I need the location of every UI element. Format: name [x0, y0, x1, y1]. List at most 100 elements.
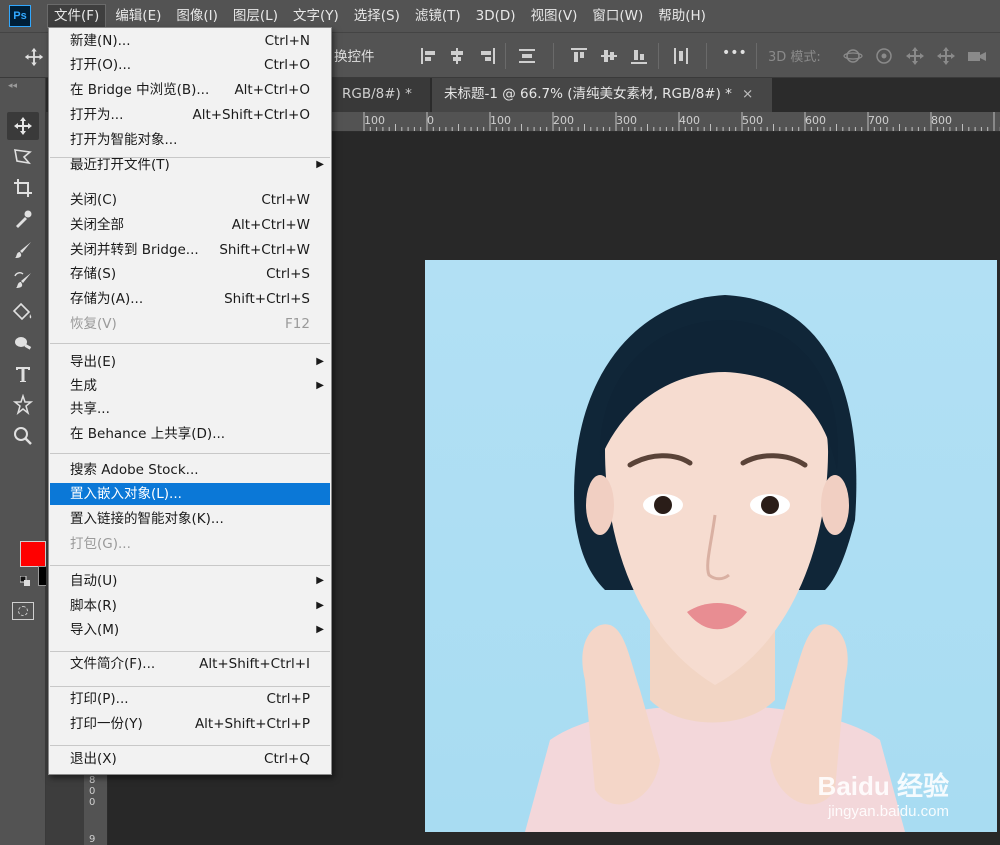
tab-previous-document[interactable]: RGB/8#) * [330, 78, 430, 112]
dodge-icon [15, 337, 32, 350]
menu-item-label: 导入(M) [70, 622, 120, 638]
menu-item-scripts[interactable]: 脚本(R) ▶ [50, 595, 330, 617]
menu-image[interactable]: 图像(I) [170, 4, 224, 28]
crop-icon [14, 179, 32, 197]
menu-separator [50, 651, 330, 652]
type-tool-button[interactable] [7, 360, 39, 388]
path-selection-tool-button[interactable] [7, 391, 39, 419]
ruler-label: 0 [89, 786, 96, 797]
menu-item-generate[interactable]: 生成 ▶ [50, 375, 330, 397]
watermark-title: Baidu 经验 [817, 771, 949, 801]
move-tool-icon[interactable] [22, 46, 46, 68]
menu-item-share[interactable]: 共享... [50, 398, 330, 420]
menu-item-shortcut: Shift+Ctrl+S [224, 291, 310, 307]
3d-orbit-icon[interactable] [842, 45, 864, 67]
align-vertical-center-icon[interactable] [598, 45, 620, 67]
eyedropper-tool-button[interactable] [7, 205, 39, 233]
menu-item-browse-in-bridge[interactable]: 在 Bridge 中浏览(B)... Alt+Ctrl+O [50, 79, 330, 101]
distribute-horizontal-icon[interactable] [670, 45, 692, 67]
menu-item-save-as[interactable]: 存储为(A)... Shift+Ctrl+S [50, 288, 330, 310]
distribute-vertical-icon[interactable] [516, 45, 538, 67]
menu-item-print-one-copy[interactable]: 打印一份(Y) Alt+Shift+Ctrl+P [50, 713, 330, 735]
menu-item-open-as[interactable]: 打开为... Alt+Shift+Ctrl+O [50, 104, 330, 126]
menu-item-place-embedded[interactable]: 置入嵌入对象(L)... [50, 483, 330, 505]
menu-item-import[interactable]: 导入(M) ▶ [50, 619, 330, 641]
align-horizontal-center-icon[interactable] [446, 45, 468, 67]
menu-type[interactable]: 文字(Y) [287, 4, 345, 28]
menu-select[interactable]: 选择(S) [348, 4, 406, 28]
portrait-photo [525, 295, 905, 832]
menu-item-shortcut: Alt+Ctrl+O [234, 82, 310, 98]
menu-item-exit[interactable]: 退出(X) Ctrl+Q [50, 748, 330, 770]
menu-item-save[interactable]: 存储(S) Ctrl+S [50, 263, 330, 285]
menu-file[interactable]: 文件(F) [47, 4, 107, 28]
align-top-icon[interactable] [568, 45, 590, 67]
menu-item-label: 存储为(A)... [70, 291, 144, 307]
align-left-icon[interactable] [418, 45, 440, 67]
menu-separator [50, 453, 330, 454]
move-tool-button[interactable] [7, 112, 39, 140]
watermark-url: jingyan.baidu.com [828, 803, 949, 820]
brush-tool-button[interactable] [7, 236, 39, 264]
menu-item-search-adobe-stock[interactable]: 搜索 Adobe Stock... [50, 459, 330, 481]
menu-separator [50, 157, 330, 158]
lasso-tool-button[interactable] [7, 143, 39, 171]
zoom-tool-button[interactable] [7, 422, 39, 450]
menu-view[interactable]: 视图(V) [525, 4, 584, 28]
panel-grip-icon[interactable]: ◂◂ [8, 81, 17, 91]
menu-item-open[interactable]: 打开(O)... Ctrl+O [50, 54, 330, 76]
menu-filter[interactable]: 滤镜(T) [409, 4, 467, 28]
more-options-icon[interactable]: ••• [722, 45, 747, 61]
menu-help[interactable]: 帮助(H) [652, 4, 712, 28]
menu-item-open-as-smart-object[interactable]: 打开为智能对象... [50, 129, 330, 151]
menu-item-label: 打开(O)... [70, 57, 132, 73]
menu-item-label: 退出(X) [70, 751, 117, 767]
menu-item-close-all[interactable]: 关闭全部 Alt+Ctrl+W [50, 214, 330, 236]
menu-3d[interactable]: 3D(D) [470, 4, 522, 28]
ruler-label: 9 [89, 834, 96, 845]
history-brush-tool-button[interactable] [7, 267, 39, 295]
crop-tool-button[interactable] [7, 174, 39, 202]
brush-icon [15, 242, 31, 258]
menu-item-share-on-behance[interactable]: 在 Behance 上共享(D)... [50, 423, 330, 445]
menu-item-new[interactable]: 新建(N)... Ctrl+N [50, 30, 330, 52]
menu-window[interactable]: 窗口(W) [586, 4, 649, 28]
menu-item-close-and-go-to-bridge[interactable]: 关闭并转到 Bridge... Shift+Ctrl+W [50, 239, 330, 261]
menu-item-print[interactable]: 打印(P)... Ctrl+P [50, 688, 330, 710]
document-canvas-image[interactable]: Baidu 经验 jingyan.baidu.com [425, 260, 997, 832]
quick-mask-icon[interactable] [12, 602, 34, 620]
paint-bucket-tool-button[interactable] [7, 298, 39, 326]
menu-item-label: 打印一份(Y) [70, 716, 143, 732]
options-separator [658, 43, 659, 69]
menu-item-label: 最近打开文件(T) [70, 157, 170, 173]
menu-item-shortcut: Alt+Shift+Ctrl+I [199, 656, 310, 672]
dodge-tool-button[interactable] [7, 329, 39, 357]
show-transform-controls-label[interactable]: 换控件 [334, 45, 375, 65]
close-tab-icon[interactable]: × [742, 86, 753, 102]
menu-item-shortcut: F12 [285, 316, 310, 332]
move-icon [14, 117, 32, 135]
3d-slide-icon[interactable] [935, 45, 957, 67]
3d-roll-icon[interactable] [873, 45, 895, 67]
menu-item-shortcut: Ctrl+S [266, 266, 310, 282]
menu-item-close[interactable]: 关闭(C) Ctrl+W [50, 189, 330, 211]
menu-item-file-info[interactable]: 文件简介(F)... Alt+Shift+Ctrl+I [50, 653, 330, 675]
3d-pan-icon[interactable] [904, 45, 926, 67]
menu-item-export[interactable]: 导出(E) ▶ [50, 351, 330, 373]
menu-item-place-linked[interactable]: 置入链接的智能对象(K)... [50, 508, 330, 530]
tab-active-document[interactable]: 未标题-1 @ 66.7% (清纯美女素材, RGB/8#) * × [432, 78, 772, 112]
foreground-color-swatch[interactable] [20, 541, 46, 567]
menu-item-label: 关闭并转到 Bridge... [70, 242, 199, 258]
paint-bucket-icon [12, 302, 32, 321]
align-right-icon[interactable] [476, 45, 498, 67]
menu-layer[interactable]: 图层(L) [227, 4, 284, 28]
menu-item-shortcut: Ctrl+N [264, 33, 310, 49]
menu-item-automate[interactable]: 自动(U) ▶ [50, 570, 330, 592]
3d-camera-icon[interactable] [966, 45, 988, 67]
tab-label: RGB/8#) * [342, 86, 412, 102]
menu-edit[interactable]: 编辑(E) [109, 4, 167, 28]
default-colors-icon[interactable] [20, 576, 30, 586]
menu-item-label: 打包(G)... [70, 536, 131, 552]
menu-item-label: 关闭(C) [70, 192, 117, 208]
align-bottom-icon[interactable] [628, 45, 650, 67]
